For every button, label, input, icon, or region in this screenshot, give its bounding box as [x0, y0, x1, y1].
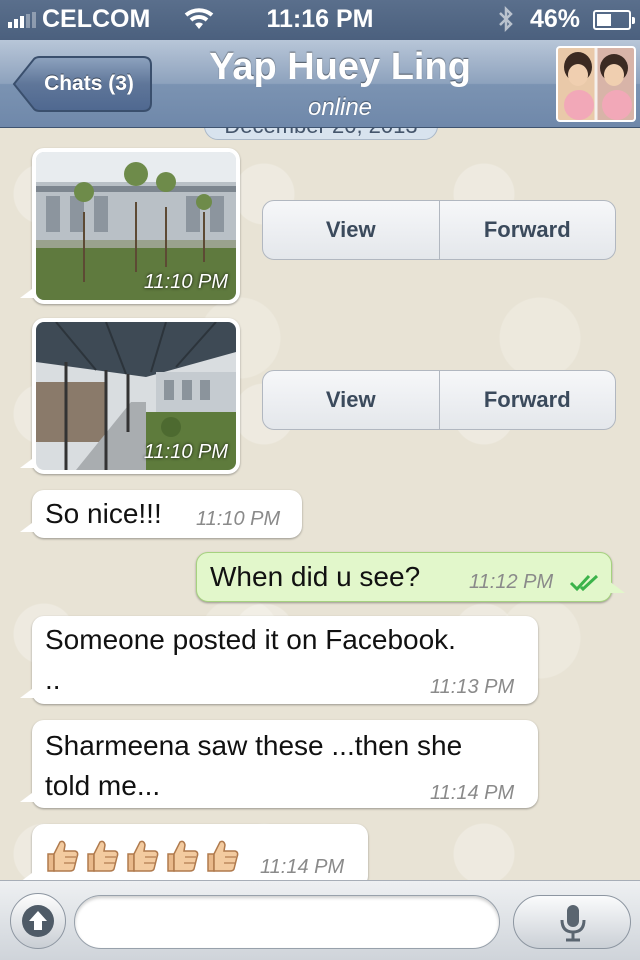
double-check-icon — [569, 574, 599, 592]
message-text-line-2: .. — [45, 664, 61, 695]
message-time: 11:10 PM — [196, 508, 281, 530]
battery-percentage: 46% — [530, 5, 581, 33]
image-action-buttons: View Forward — [262, 200, 616, 260]
message-text-line-2: told me... — [45, 770, 161, 801]
bluetooth-icon — [499, 5, 513, 33]
message-time: 11:10 PM — [143, 271, 228, 293]
view-button[interactable]: View — [263, 371, 439, 429]
microphone-button[interactable] — [513, 895, 631, 949]
message-text: So nice!!! — [45, 498, 162, 529]
thumbs-up-icon — [84, 838, 120, 879]
battery-fill — [597, 14, 611, 26]
contact-status: online — [307, 94, 373, 121]
message-time: 11:12 PM — [469, 571, 554, 593]
incoming-message[interactable]: Someone posted it on Facebook. .. 11:13 … — [20, 616, 538, 704]
message-input-bar — [0, 880, 640, 960]
microphone-icon — [560, 905, 586, 942]
battery-icon — [593, 10, 635, 30]
message-text: When did u see? — [210, 561, 421, 592]
message-text-line-1: Sharmeena saw these ...then she — [45, 730, 463, 761]
date-separator: December 20, 2013 — [204, 128, 438, 140]
avatar-baby — [564, 90, 594, 120]
message-time: 11:10 PM — [143, 441, 228, 463]
chat-photo[interactable]: 11:10 PM — [36, 152, 236, 300]
message-time: 11:14 PM — [430, 782, 515, 804]
chat-area[interactable]: December 20, 2013 11:10 PM View Forward — [0, 128, 640, 880]
back-button-label: Chats (3) — [44, 72, 134, 95]
message-time: 11:13 PM — [430, 676, 515, 698]
avatar-baby-2 — [602, 90, 632, 120]
emoji-row — [44, 838, 240, 879]
chat-photo[interactable]: 11:10 PM — [36, 322, 236, 470]
outgoing-message[interactable]: When did u see? 11:12 PM — [196, 552, 625, 602]
contact-name: Yap Huey Ling — [209, 46, 471, 88]
back-button[interactable]: Chats (3) — [12, 56, 152, 112]
thumbs-up-icon — [164, 838, 200, 879]
message-time: 11:14 PM — [260, 856, 345, 878]
forward-button[interactable]: Forward — [438, 201, 616, 259]
attach-button[interactable] — [10, 893, 66, 949]
thumbs-up-icon — [44, 838, 80, 879]
thumbs-up-icon — [124, 838, 160, 879]
status-bar: CELCOM 11:16 PM 46% — [0, 0, 640, 40]
thumbs-up-icon — [204, 838, 240, 879]
incoming-message[interactable]: Sharmeena saw these ...then she told me.… — [20, 720, 538, 808]
incoming-message[interactable]: 11:14 PM — [20, 824, 368, 880]
avatar-face-2 — [604, 64, 624, 86]
message-input[interactable] — [74, 895, 500, 949]
incoming-message[interactable]: So nice!!! 11:10 PM — [20, 490, 302, 538]
image-action-buttons: View Forward — [262, 370, 616, 430]
avatar-face — [568, 64, 588, 86]
image-message[interactable]: 11:10 PM — [20, 318, 240, 474]
image-message[interactable]: 11:10 PM — [20, 148, 240, 304]
contact-avatar[interactable] — [556, 46, 636, 122]
message-text-line-1: Someone posted it on Facebook. — [45, 624, 456, 655]
view-button[interactable]: View — [263, 201, 439, 259]
navigation-bar: Chats (3) Yap Huey Ling online — [0, 40, 640, 128]
forward-button[interactable]: Forward — [438, 371, 616, 429]
upload-arrow-icon — [22, 905, 54, 937]
